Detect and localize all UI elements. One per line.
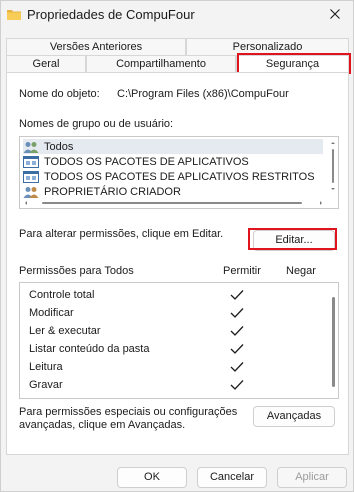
edit-hint: Para alterar permissões, clique em Edita…	[19, 228, 224, 240]
permission-name: Listar conteúdo da pasta	[29, 343, 150, 355]
permission-row: Listar conteúdo da pasta	[29, 341, 319, 359]
group-list-vertical-scrollbar[interactable]	[330, 141, 336, 191]
permission-name: Gravar	[29, 379, 63, 391]
group-list-horizontal-scrollbar[interactable]	[24, 198, 324, 206]
group-item-label: TODOS OS PACOTES DE APLICATIVOS RESTRITO…	[44, 170, 315, 183]
ok-button[interactable]: OK	[117, 467, 187, 488]
tab-geral[interactable]: Geral	[6, 55, 86, 72]
properties-dialog: Propriedades de CompuFour Versões Anteri…	[0, 0, 354, 492]
title-bar: Propriedades de CompuFour	[1, 1, 354, 29]
group-item-todos[interactable]: Todos	[23, 139, 323, 154]
group-item-label: TODOS OS PACOTES DE APLICATIVOS	[44, 155, 249, 168]
window-title: Propriedades de CompuFour	[27, 7, 195, 22]
permission-row: Leitura	[29, 359, 319, 377]
permission-row: Controle total	[29, 287, 319, 305]
permission-row: Gravar	[29, 377, 319, 395]
check-icon	[230, 325, 244, 337]
group-item-label: PROPRIETÁRIO CRIADOR	[44, 185, 181, 198]
permissions-list: Controle total Modificar Ler & executar …	[19, 282, 339, 399]
object-name-value: C:\Program Files (x86)\CompuFour	[117, 88, 289, 100]
advanced-button[interactable]: Avançadas	[253, 406, 335, 427]
object-name-label: Nome do objeto:	[19, 88, 100, 100]
group-item-label: Todos	[44, 140, 74, 153]
permission-name: Ler & executar	[29, 325, 101, 337]
tab-compartilhamento[interactable]: Compartilhamento	[86, 55, 236, 72]
permission-name: Modificar	[29, 307, 74, 319]
permission-row: Modificar	[29, 305, 319, 323]
advanced-hint-line1: Para permissões especiais ou configuraçõ…	[19, 406, 238, 418]
group-item-restricted-app-packages[interactable]: TODOS OS PACOTES DE APLICATIVOS RESTRITO…	[23, 169, 315, 184]
apply-button[interactable]: Aplicar	[277, 467, 347, 488]
check-icon	[230, 361, 244, 373]
permissions-title: Permissões para Todos	[19, 265, 134, 277]
tab-versoes-anteriores[interactable]: Versões Anteriores	[6, 38, 186, 55]
tab-row-back: Versões Anteriores Personalizado	[6, 38, 349, 55]
cancel-button[interactable]: Cancelar	[197, 467, 267, 488]
check-icon	[230, 379, 244, 391]
tab-seguranca[interactable]: Segurança	[236, 55, 349, 72]
users-icon	[23, 141, 39, 153]
tab-row-front: Geral Compartilhamento Segurança	[6, 55, 349, 72]
permission-name: Leitura	[29, 361, 63, 373]
permissions-deny-header: Negar	[286, 265, 316, 277]
check-icon	[230, 289, 244, 301]
groups-label: Nomes de grupo ou de usuário:	[19, 118, 174, 130]
check-icon	[230, 343, 244, 355]
group-item-creator-owner[interactable]: PROPRIETÁRIO CRIADOR	[23, 184, 181, 199]
users-icon	[23, 186, 39, 198]
edit-button[interactable]: Editar...	[253, 230, 335, 251]
advanced-hint-line2: avançadas, clique em Avançadas.	[19, 419, 186, 431]
permission-row: Ler & executar	[29, 323, 319, 341]
check-icon	[230, 307, 244, 319]
tab-personalizado[interactable]: Personalizado	[186, 38, 349, 55]
group-item-all-app-packages[interactable]: TODOS OS PACOTES DE APLICATIVOS	[23, 154, 249, 169]
permission-name: Controle total	[29, 289, 95, 301]
group-list: Todos TODOS OS PACOTES DE APLICATIVOS TO…	[19, 136, 339, 209]
security-panel: Nome do objeto: C:\Program Files (x86)\C…	[6, 72, 349, 455]
app-package-icon	[23, 170, 39, 183]
close-button[interactable]	[315, 1, 354, 29]
permissions-scrollbar[interactable]	[332, 297, 335, 387]
close-icon	[330, 8, 340, 22]
folder-icon	[7, 8, 21, 20]
permissions-allow-header: Permitir	[223, 265, 261, 277]
app-package-icon	[23, 155, 39, 168]
